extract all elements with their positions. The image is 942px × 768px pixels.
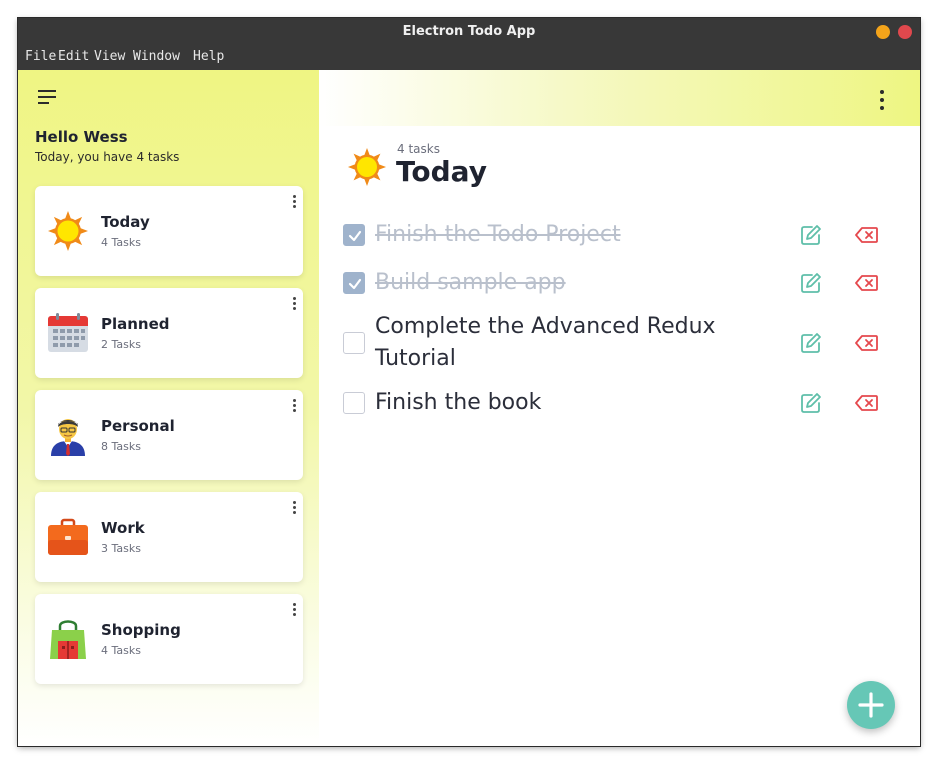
list-card-work[interactable]: Work 3 Tasks (35, 492, 303, 582)
list-name: Today (101, 213, 150, 231)
greeting: Hello Wess (35, 128, 128, 146)
add-task-button[interactable] (847, 681, 895, 729)
list-count: 4 Tasks (101, 644, 141, 657)
menu-view[interactable]: View (94, 49, 125, 64)
edit-icon[interactable] (800, 224, 822, 246)
task-text: Build sample app (375, 270, 566, 295)
list-count: 3 Tasks (101, 542, 141, 555)
person-icon (47, 414, 89, 456)
list-title: Today (396, 155, 487, 188)
edit-icon[interactable] (800, 272, 822, 294)
delete-icon[interactable] (855, 392, 879, 414)
sun-icon (47, 210, 89, 252)
list-name: Shopping (101, 621, 181, 639)
edit-icon[interactable] (800, 332, 822, 354)
task-checkbox[interactable] (343, 272, 365, 294)
list-card-planned[interactable]: Planned 2 Tasks (35, 288, 303, 378)
calendar-icon (47, 312, 89, 354)
title-bar[interactable]: Electron Todo App (18, 18, 920, 46)
list-count: 4 Tasks (101, 236, 141, 249)
sun-icon (347, 147, 387, 187)
list-name: Planned (101, 315, 170, 333)
window-title: Electron Todo App (402, 24, 536, 39)
list-options-icon[interactable] (292, 603, 296, 617)
edit-icon[interactable] (800, 392, 822, 414)
more-options-icon[interactable] (880, 90, 884, 110)
task-text: Finish the Todo Project (375, 222, 621, 247)
main-header (319, 70, 920, 126)
menu-bar: File Edit View Window Help (18, 46, 920, 70)
task-text: Complete the Advanced Redux Tutorial (375, 314, 716, 371)
list-card-shopping[interactable]: Shopping 4 Tasks (35, 594, 303, 684)
briefcase-icon (47, 516, 89, 558)
menu-file[interactable]: File (25, 49, 56, 64)
menu-toggle-icon[interactable] (38, 90, 56, 104)
menu-help[interactable]: Help (193, 49, 224, 64)
list-options-icon[interactable] (292, 195, 296, 209)
task-count: 4 tasks (397, 142, 440, 156)
list-count: 8 Tasks (101, 440, 141, 453)
delete-icon[interactable] (855, 332, 879, 354)
delete-icon[interactable] (855, 272, 879, 294)
task-checkbox[interactable] (343, 332, 365, 354)
list-options-icon[interactable] (292, 399, 296, 413)
greeting-subtitle: Today, you have 4 tasks (35, 150, 180, 164)
task-text: Finish the book (375, 390, 542, 415)
plus-icon (858, 692, 884, 718)
menu-window[interactable]: Window (133, 49, 180, 64)
list-name: Work (101, 519, 145, 537)
sidebar: Hello Wess Today, you have 4 tasks Today… (18, 70, 319, 746)
list-options-icon[interactable] (292, 297, 296, 311)
minimize-button[interactable] (876, 25, 890, 39)
check-icon (348, 230, 362, 242)
list-card-today[interactable]: Today 4 Tasks (35, 186, 303, 276)
task-checkbox[interactable] (343, 392, 365, 414)
close-button[interactable] (898, 25, 912, 39)
list-card-personal[interactable]: Personal 8 Tasks (35, 390, 303, 480)
list-count: 2 Tasks (101, 338, 141, 351)
app-window: Electron Todo App File Edit View Window … (18, 18, 920, 746)
task-checkbox[interactable] (343, 224, 365, 246)
list-name: Personal (101, 417, 175, 435)
menu-edit[interactable]: Edit (58, 49, 89, 64)
list-options-icon[interactable] (292, 501, 296, 515)
delete-icon[interactable] (855, 224, 879, 246)
shopping-bag-icon (47, 618, 89, 660)
check-icon (348, 278, 362, 290)
